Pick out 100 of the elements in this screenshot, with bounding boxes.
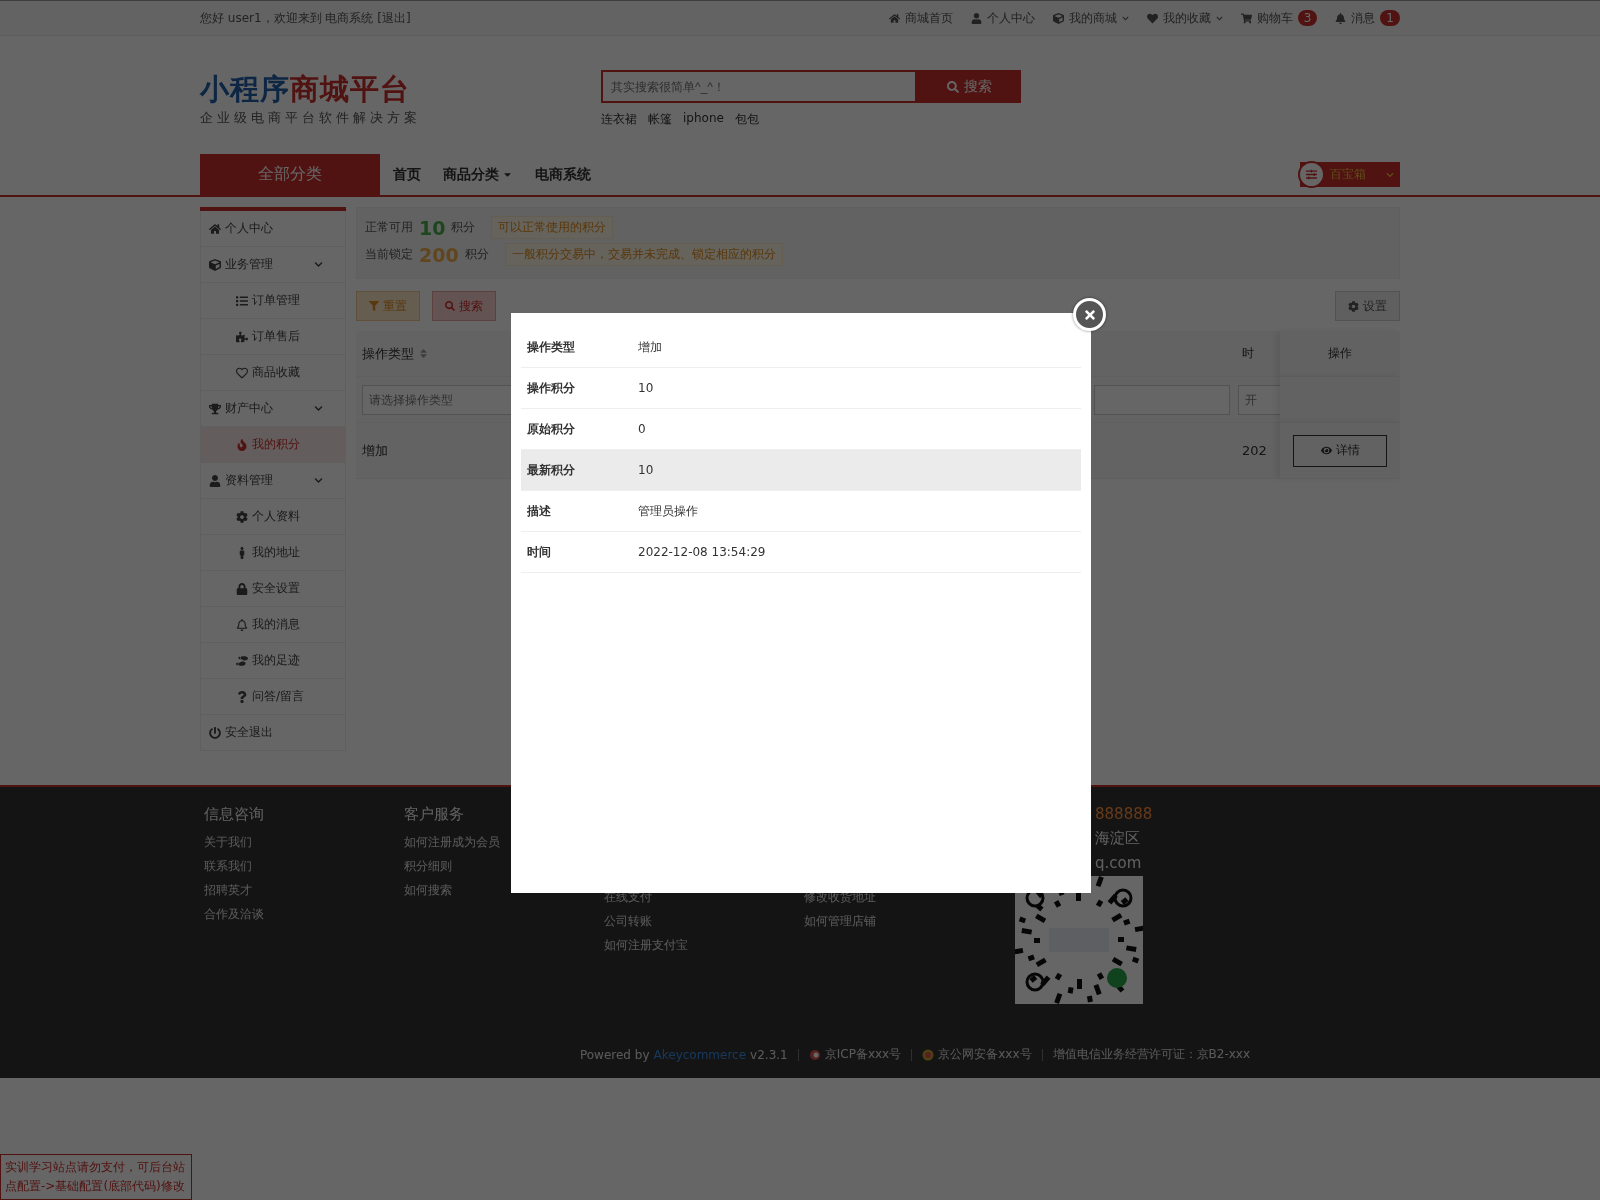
top-link[interactable]: 我的商城 (1052, 9, 1129, 27)
search-icon (946, 80, 959, 93)
hot-word-link[interactable]: iphone (683, 111, 724, 128)
chevron-down-icon (314, 404, 323, 413)
powered-by-text: Powered by Akeycommerce v2.3.1 (579, 1047, 788, 1062)
detail-label: 最新积分 (526, 461, 576, 479)
top-link[interactable]: 购物车 3 (1240, 9, 1318, 27)
logo-title: 小程序商城平台 (200, 71, 411, 108)
sidebar-item[interactable]: 问答/留言 (200, 679, 346, 715)
search-button[interactable]: 搜索 (917, 70, 1021, 103)
brand-link[interactable]: Akeycommerce (653, 1047, 747, 1062)
column-header: 操作 (1328, 345, 1352, 362)
emblem-icon (922, 1048, 935, 1061)
detail-value: 0 (638, 422, 646, 436)
sidebar-item[interactable]: 我的消息 (200, 607, 346, 643)
reset-button[interactable]: 重置 (356, 291, 420, 321)
detail-label: 描述 (526, 502, 552, 520)
logout-link[interactable]: [退出] (377, 10, 411, 25)
close-icon (1082, 307, 1097, 322)
sidebar-item[interactable]: 业务管理 (200, 247, 346, 283)
sidebar-item[interactable]: 商品收藏 (200, 355, 346, 391)
cube-icon (1052, 12, 1064, 24)
detail-button[interactable]: 详情 (1293, 434, 1387, 467)
home-icon (888, 12, 900, 24)
detail-value: 管理员操作 (638, 502, 698, 520)
sidebar-item[interactable]: 个人资料 (200, 499, 346, 535)
points-value: 200 (419, 243, 459, 266)
points-label: 当前锁定 (365, 246, 413, 263)
detail-value: 10 (638, 381, 654, 395)
contact-text: 888888 (1095, 805, 1153, 823)
contact-text: 海淀区 (1095, 829, 1141, 848)
police-text: 京公网安备xxx号 (938, 1046, 1032, 1063)
home-icon (209, 222, 221, 235)
user-icon (970, 12, 982, 24)
footer-heading: 信息咨询 (204, 805, 265, 824)
nav-link[interactable]: 电商系统 (524, 154, 602, 195)
detail-label: 原始积分 (526, 420, 576, 438)
sidebar-item[interactable]: 资料管理 (200, 463, 346, 499)
badge-icon (808, 1048, 821, 1061)
sidebar-item[interactable]: 个人中心 (200, 211, 346, 247)
search-icon (445, 301, 455, 311)
points-note: 可以正常使用的积分 (491, 216, 614, 239)
icp-text: 京ICP备xxx号 (824, 1046, 902, 1063)
trophy-icon (209, 402, 221, 415)
chevron-down-icon (1121, 14, 1129, 22)
welcome-text: 您好 user1，欢迎来到 电商系统 [退出] (200, 9, 411, 27)
detail-value: 增加 (638, 338, 662, 356)
sidebar-item[interactable]: 我的积分 (200, 427, 346, 463)
points-unit: 积分 (451, 219, 476, 236)
puzzle-icon (236, 330, 248, 343)
detail-label: 时间 (526, 543, 552, 561)
heart-icon (1146, 12, 1158, 24)
sidebar-item[interactable]: 我的足迹 (200, 643, 346, 679)
top-link[interactable]: 消息 1 (1335, 9, 1400, 27)
hot-word-link[interactable]: 包包 (734, 111, 759, 128)
footer-link[interactable]: 公司转账 (604, 913, 800, 930)
filter-icon (369, 301, 379, 311)
column-header[interactable]: 操作类型 (362, 344, 429, 363)
logo-subtitle: 企业级电商平台软件解决方案 (200, 110, 421, 127)
hot-word-link[interactable]: 连衣裙 (601, 111, 637, 128)
nav-link[interactable]: 首页 (382, 154, 432, 195)
points-note: 一般积分交易中，交易并未完成、锁定相应的积分 (504, 243, 783, 266)
all-categories-tab[interactable]: 全部分类 (200, 154, 380, 195)
lock-icon (236, 582, 248, 595)
list-icon (236, 294, 248, 307)
cube-icon (209, 258, 221, 271)
close-button[interactable] (1073, 298, 1106, 331)
bell-icon (1335, 12, 1347, 24)
sidebar-item[interactable]: 我的地址 (200, 535, 346, 571)
notice-text: 实训学习站点请勿支付，可后台站点配置->基础配置(底部代码)修改 (0, 1153, 192, 1200)
footer-link[interactable]: 合作及洽谈 (204, 906, 400, 923)
points-value: 10 (419, 216, 446, 239)
sidebar-item[interactable]: 安全退出 (200, 715, 346, 751)
column-header: 时 (1242, 345, 1254, 362)
sidebar-item[interactable]: 安全设置 (200, 571, 346, 607)
detail-label: 操作积分 (526, 379, 576, 397)
chevron-down-icon (1386, 170, 1394, 179)
gear-icon (236, 510, 248, 523)
footprints-icon (236, 654, 248, 667)
cart-icon (1240, 12, 1252, 24)
detail-value: 10 (638, 463, 654, 477)
top-link[interactable]: 我的收藏 (1146, 9, 1223, 27)
chevron-down-icon (314, 260, 323, 269)
search-button[interactable]: 搜索 (432, 291, 496, 321)
top-link[interactable]: 商城首页 (888, 9, 953, 27)
table-cell: 202 (1242, 443, 1267, 458)
footer-link[interactable]: 联系我们 (204, 858, 400, 875)
user-icon (209, 474, 221, 487)
sidebar-item[interactable]: 订单管理 (200, 283, 346, 319)
chevron-down-icon (314, 476, 323, 485)
hot-word-link[interactable]: 帐篷 (648, 111, 672, 128)
top-link[interactable]: 个人中心 (970, 9, 1035, 27)
power-icon (209, 726, 221, 739)
count-badge: 1 (1380, 10, 1400, 26)
sidebar-item[interactable]: 订单售后 (200, 319, 346, 355)
contact-text: q.com (1095, 854, 1143, 872)
nav-link[interactable]: 商品分类 (432, 154, 524, 195)
eye-icon (1320, 445, 1332, 456)
detail-value: 2022-12-08 13:54:29 (638, 545, 766, 559)
sidebar-item[interactable]: 财产中心 (200, 391, 346, 427)
